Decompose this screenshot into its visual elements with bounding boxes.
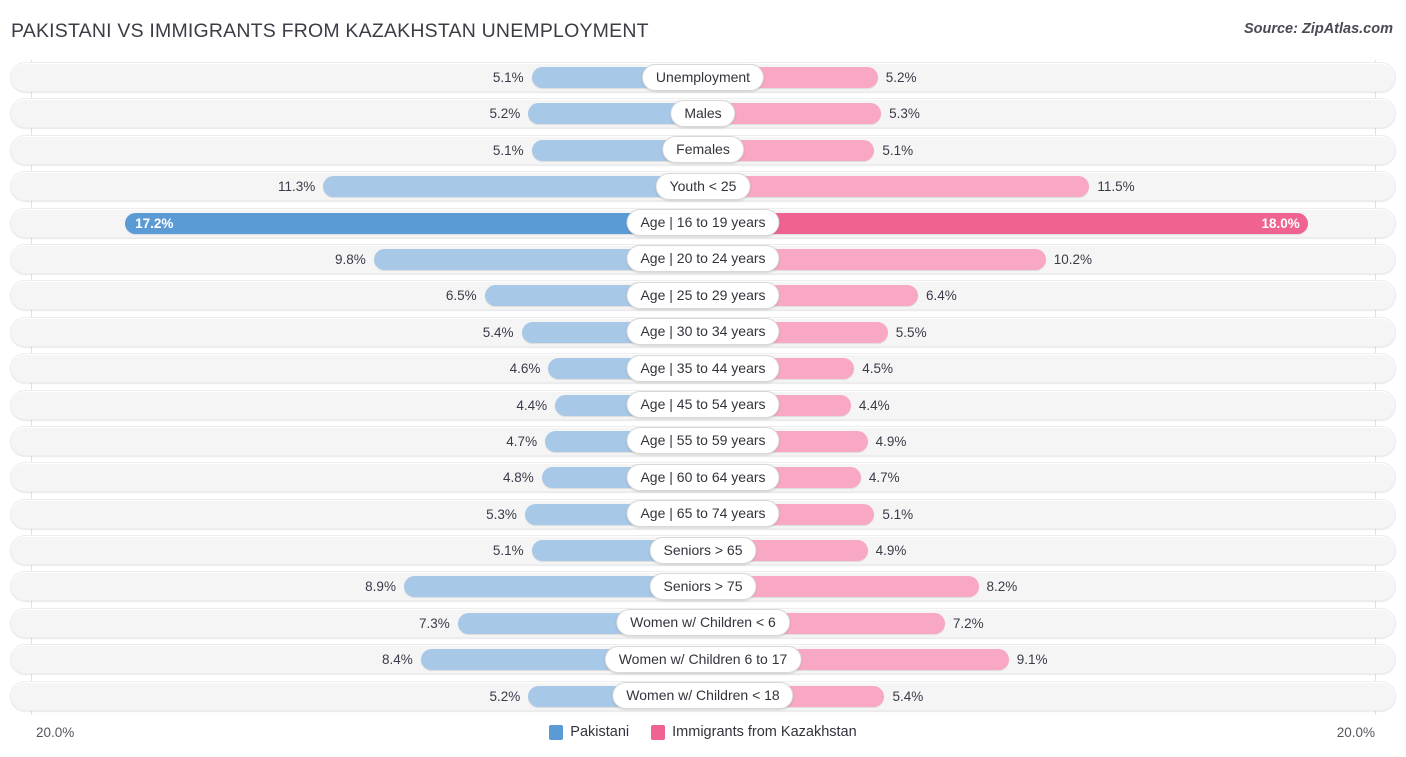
category-label: Age | 16 to 19 years: [626, 209, 780, 237]
table-row: 5.3% 5.1% Age | 65 to 74 years: [0, 497, 1406, 533]
value-label-left: 4.4%: [516, 397, 548, 413]
value-label-left: 5.1%: [492, 142, 524, 158]
value-label-right: 4.5%: [862, 361, 893, 377]
category-label: Age | 20 to 24 years: [626, 245, 780, 273]
value-label-left: 7.3%: [418, 615, 450, 631]
table-row: 5.2% 5.4% Women w/ Children < 18: [0, 679, 1406, 715]
table-row: 5.1% 5.1% Females: [0, 133, 1406, 169]
value-label-left: 8.9%: [365, 579, 396, 595]
value-label-right: 5.2%: [885, 70, 917, 85]
value-label-left: 5.1%: [492, 543, 524, 559]
page-title: PAKISTANI VS IMMIGRANTS FROM KAZAKHSTAN …: [11, 20, 649, 42]
value-label-right: 4.4%: [858, 397, 890, 413]
category-label: Age | 45 to 54 years: [626, 391, 780, 419]
value-label-left: 11.3%: [278, 179, 316, 195]
value-label-left: 9.8%: [334, 251, 366, 267]
value-label-right: 5.1%: [882, 142, 914, 158]
table-row: 11.3% 11.5% Youth < 25: [0, 169, 1406, 205]
table-row: 5.1% 4.9% Seniors > 65: [0, 533, 1406, 569]
value-label-right: 5.3%: [889, 106, 920, 122]
bar-left: [125, 212, 703, 234]
legend-item[interactable]: Immigrants from Kazakhstan: [651, 724, 857, 740]
value-label-left: 6.5%: [445, 288, 477, 304]
category-label: Age | 55 to 59 years: [626, 427, 780, 455]
chart-plot-area: 5.1% 5.2% Unemployment 5.2% 5.3% Males 5.1% 5.1…: [0, 60, 1406, 715]
legend-label: Immigrants from Kazakhstan: [672, 724, 857, 740]
value-label-right: 8.2%: [986, 579, 1018, 595]
bar-right: [703, 176, 1090, 198]
table-row: 8.9% 8.2% Seniors > 75: [0, 569, 1406, 605]
value-label-right: 4.9%: [875, 433, 907, 449]
category-label: Women w/ Children < 18: [612, 682, 794, 710]
value-label-right: 9.1%: [1016, 652, 1048, 668]
table-row: 5.1% 5.2% Unemployment: [0, 60, 1406, 96]
category-label: Youth < 25: [655, 172, 751, 200]
value-label-left: 5.4%: [482, 324, 514, 340]
category-label: Women w/ Children 6 to 17: [604, 645, 802, 673]
category-label: Age | 60 to 64 years: [626, 463, 780, 491]
table-row: 4.6% 4.5% Age | 35 to 44 years: [0, 351, 1406, 387]
legend-label: Pakistani: [570, 724, 630, 740]
category-label: Seniors > 65: [649, 536, 757, 564]
value-label-right: 5.5%: [895, 324, 927, 340]
table-row: 6.5% 6.4% Age | 25 to 29 years: [0, 278, 1406, 314]
value-label-left: 5.2%: [489, 688, 521, 704]
value-label-left: 8.4%: [381, 652, 413, 668]
value-label-right: 5.1%: [882, 506, 914, 522]
bar-right: [703, 212, 1308, 234]
table-row: 4.8% 4.7% Age | 60 to 64 years: [0, 460, 1406, 496]
category-label: Age | 65 to 74 years: [626, 500, 780, 528]
category-label: Males: [670, 99, 736, 127]
value-label-left: 5.3%: [486, 506, 517, 522]
bar-left: [323, 176, 703, 198]
table-row: 17.2% 18.0% Age | 16 to 19 years: [0, 206, 1406, 242]
table-row: 7.3% 7.2% Women w/ Children < 6: [0, 606, 1406, 642]
bar-rows-container: 5.1% 5.2% Unemployment 5.2% 5.3% Males 5.1% 5.1…: [0, 60, 1406, 715]
legend-swatch-icon: [651, 724, 666, 740]
value-label-right: 18.0%: [1261, 215, 1300, 231]
chart-header: PAKISTANI VS IMMIGRANTS FROM KAZAKHSTAN …: [0, 0, 1406, 56]
table-row: 4.4% 4.4% Age | 45 to 54 years: [0, 388, 1406, 424]
chart-legend: Pakistani Immigrants from Kazakhstan: [0, 724, 1406, 740]
value-label-right: 5.4%: [892, 688, 924, 704]
value-label-right: 11.5%: [1097, 179, 1135, 195]
category-label: Women w/ Children < 6: [616, 609, 790, 637]
category-label: Age | 30 to 34 years: [626, 318, 780, 346]
category-label: Seniors > 75: [649, 572, 757, 600]
value-label-left: 4.6%: [509, 361, 541, 377]
value-label-right: 4.9%: [875, 543, 907, 559]
value-label-left: 4.7%: [506, 433, 538, 449]
category-label: Age | 25 to 29 years: [626, 281, 780, 309]
value-label-left: 4.8%: [502, 470, 534, 486]
table-row: 8.4% 9.1% Women w/ Children 6 to 17: [0, 642, 1406, 678]
table-row: 5.2% 5.3% Males: [0, 96, 1406, 132]
category-label: Unemployment: [641, 63, 765, 91]
legend-item[interactable]: Pakistani: [549, 724, 629, 740]
chart-footer: 20.0% 20.0% Pakistani Immigrants from Kaz…: [0, 716, 1406, 757]
table-row: 9.8% 10.2% Age | 20 to 24 years: [0, 242, 1406, 278]
value-label-right: 4.7%: [868, 470, 900, 486]
source-attribution: Source: ZipAtlas.com: [1243, 21, 1393, 37]
value-label-right: 7.2%: [952, 615, 984, 631]
legend-swatch-icon: [549, 724, 564, 740]
value-label-right: 6.4%: [926, 288, 957, 304]
value-label-left: 5.1%: [492, 70, 524, 85]
value-label-right: 10.2%: [1053, 251, 1092, 267]
category-label: Females: [662, 136, 744, 164]
value-label-left: 5.2%: [489, 106, 521, 122]
value-label-left: 17.2%: [135, 215, 174, 231]
table-row: 4.7% 4.9% Age | 55 to 59 years: [0, 424, 1406, 460]
table-row: 5.4% 5.5% Age | 30 to 34 years: [0, 315, 1406, 351]
category-label: Age | 35 to 44 years: [626, 354, 780, 382]
